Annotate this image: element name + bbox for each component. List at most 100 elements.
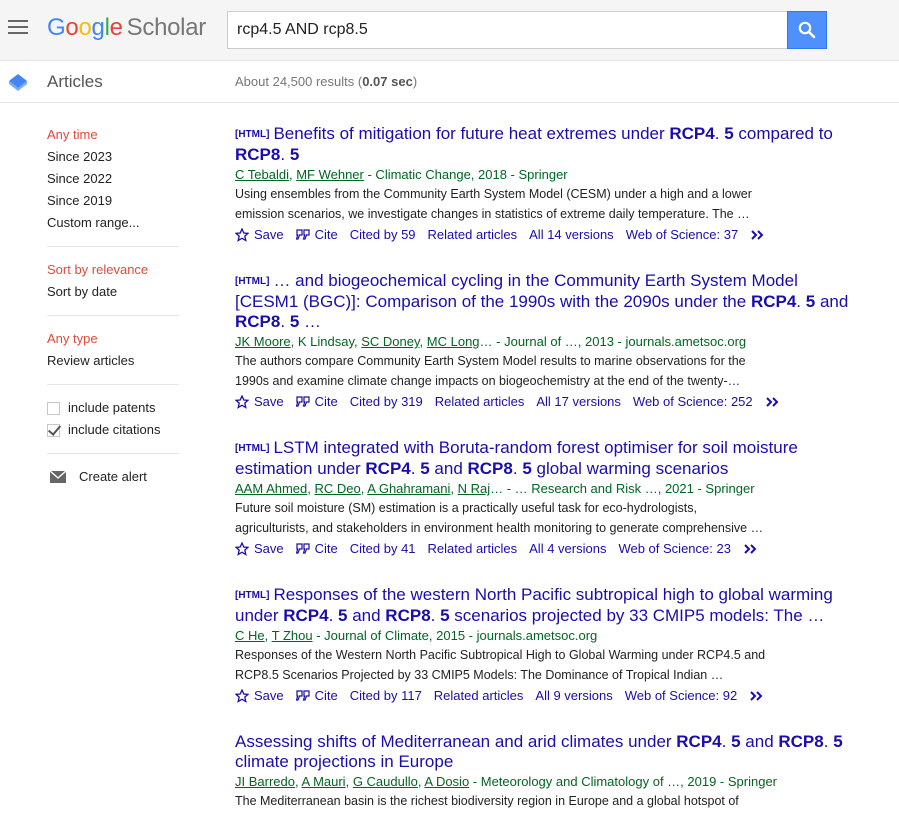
author-link[interactable]: MC Long	[427, 334, 480, 349]
result-source: - Journal of Climate, 2015 - journals.am…	[312, 628, 598, 643]
menu-icon[interactable]	[8, 20, 28, 36]
title-segment: RCP8	[385, 606, 431, 625]
web-of-science-link[interactable]: Web of Science: 92	[625, 686, 738, 706]
cite-button[interactable]: Cite	[295, 392, 338, 412]
sort-group: Sort by relevance Sort by date	[47, 259, 179, 316]
web-of-science-link[interactable]: Web of Science: 23	[618, 539, 731, 559]
save-button[interactable]: Save	[235, 686, 284, 706]
author-link[interactable]: MF Wehner	[296, 167, 364, 182]
cite-button[interactable]: Cite	[295, 539, 338, 559]
title-segment: RCP4	[283, 606, 329, 625]
type-filter-group: Any type Review articles	[47, 328, 179, 385]
sort-by-relevance[interactable]: Sort by relevance	[47, 259, 179, 281]
search-button[interactable]	[787, 11, 827, 49]
cite-label: Cite	[314, 541, 338, 556]
create-alert-button[interactable]: Create alert	[50, 466, 179, 488]
articles-label: Articles	[47, 72, 103, 91]
format-tag[interactable]: [HTML]	[235, 129, 269, 140]
include-citations-checkbox[interactable]: include citations	[47, 419, 179, 441]
result-title-link[interactable]: … and biogeochemical cycling in the Comm…	[235, 271, 848, 331]
snippet-line: The Mediterranean basin is the richest b…	[235, 794, 739, 808]
checkbox-box[interactable]	[47, 423, 60, 437]
title-segment: .	[280, 145, 290, 164]
filter-since-2023[interactable]: Since 2023	[47, 146, 179, 168]
author-link[interactable]: A Mauri	[302, 774, 346, 789]
sidebar: Any time Since 2023 Since 2022 Since 201…	[47, 124, 179, 488]
web-of-science-link[interactable]: Web of Science: 252	[633, 392, 753, 412]
cited-by-link[interactable]: Cited by 59	[350, 225, 416, 245]
checkbox-box[interactable]	[47, 401, 60, 415]
cited-by-link[interactable]: Cited by 117	[350, 686, 422, 706]
cited-by-link[interactable]: Cited by 319	[350, 392, 423, 412]
author-link[interactable]: SC Doney	[361, 334, 419, 349]
related-articles-link[interactable]: Related articles	[428, 225, 518, 245]
more-options-icon	[750, 691, 763, 701]
all-versions-link[interactable]: All 4 versions	[529, 539, 606, 559]
filter-custom-range[interactable]: Custom range...	[47, 212, 179, 234]
title-segment: .	[823, 732, 834, 751]
save-button[interactable]: Save	[235, 539, 284, 559]
title-segment: RCP4	[365, 459, 411, 478]
format-tag[interactable]: [HTML]	[235, 276, 269, 287]
result-title-link[interactable]: Assessing shifts of Mediterranean and ar…	[235, 732, 843, 771]
all-versions-link[interactable]: All 9 versions	[535, 686, 612, 706]
author-separator: ,	[290, 334, 298, 349]
result-authors: AAM Ahmed, RC Deo, A Ghahramani, N Raj… …	[235, 480, 855, 497]
related-articles-link[interactable]: Related articles	[428, 539, 518, 559]
cite-button[interactable]: Cite	[295, 225, 338, 245]
author-link[interactable]: T Zhou	[272, 628, 313, 643]
result-title-link[interactable]: Benefits of mitigation for future heat e…	[235, 124, 833, 164]
author-link[interactable]: N Raj	[458, 481, 491, 496]
more-options-button[interactable]	[743, 543, 764, 555]
snippet-line: Using ensembles from the Community Earth…	[235, 187, 752, 201]
author-link[interactable]: JK Moore	[235, 334, 291, 349]
author-link[interactable]: A Dosio	[424, 774, 469, 789]
author-separator: ,	[307, 481, 315, 496]
result-title-link[interactable]: LSTM integrated with Boruta-random fores…	[235, 438, 798, 478]
snippet-line: Future soil moisture (SM) estimation is …	[235, 501, 697, 515]
search-icon	[798, 21, 816, 39]
title-segment: RCP4	[750, 292, 797, 311]
format-tag[interactable]: [HTML]	[235, 590, 269, 601]
filter-since-2022[interactable]: Since 2022	[47, 168, 179, 190]
author-link[interactable]: C Tebaldi	[235, 167, 289, 182]
result-links: Save Cite Cited by 117 Related articles All …	[235, 686, 855, 706]
related-articles-link[interactable]: Related articles	[434, 686, 524, 706]
author-link[interactable]: A Ghahramani	[367, 481, 450, 496]
title-segment: compared to	[733, 124, 833, 143]
articles-icon	[9, 74, 27, 91]
author-link[interactable]: JI Barredo	[235, 774, 295, 789]
more-options-button[interactable]	[749, 690, 770, 702]
google-scholar-logo[interactable]: Google Scholar	[47, 14, 206, 42]
more-options-button[interactable]	[765, 396, 786, 408]
cite-button[interactable]: Cite	[295, 686, 338, 706]
result-title-link[interactable]: Responses of the western North Pacific s…	[235, 585, 833, 625]
sort-by-date[interactable]: Sort by date	[47, 281, 179, 303]
save-button[interactable]: Save	[235, 225, 284, 245]
author-link[interactable]: C He	[235, 628, 265, 643]
save-button[interactable]: Save	[235, 392, 284, 412]
web-of-science-link[interactable]: Web of Science: 37	[626, 225, 739, 245]
result-snippet: The authors compare Community Earth Syst…	[235, 351, 855, 391]
search-input[interactable]	[227, 11, 788, 49]
all-versions-link[interactable]: All 14 versions	[529, 225, 614, 245]
author-link[interactable]: RC Deo	[315, 481, 361, 496]
snippet-line: agriculturists, and stakeholders in envi…	[235, 521, 764, 535]
include-patents-checkbox[interactable]: include patents	[47, 397, 179, 419]
cited-by-link[interactable]: Cited by 41	[350, 539, 416, 559]
related-articles-link[interactable]: Related articles	[435, 392, 525, 412]
format-tag[interactable]: [HTML]	[235, 443, 269, 454]
result-item: [HTML] Benefits of mitigation for future …	[235, 124, 855, 245]
author-link[interactable]: AAM Ahmed	[235, 481, 307, 496]
more-options-button[interactable]	[750, 229, 771, 241]
title-segment: and	[740, 732, 779, 751]
filter-any-time[interactable]: Any time	[47, 124, 179, 146]
filter-review-articles[interactable]: Review articles	[47, 350, 179, 372]
result-title: [HTML]… and biogeochemical cycling in th…	[235, 271, 855, 332]
filter-any-type[interactable]: Any type	[47, 328, 179, 350]
author-link[interactable]: G Caudullo	[353, 774, 418, 789]
all-versions-link[interactable]: All 17 versions	[536, 392, 621, 412]
title-segment: .	[328, 606, 339, 625]
result-authors: JI Barredo, A Mauri, G Caudullo, A Dosio…	[235, 773, 855, 790]
filter-since-2019[interactable]: Since 2019	[47, 190, 179, 212]
